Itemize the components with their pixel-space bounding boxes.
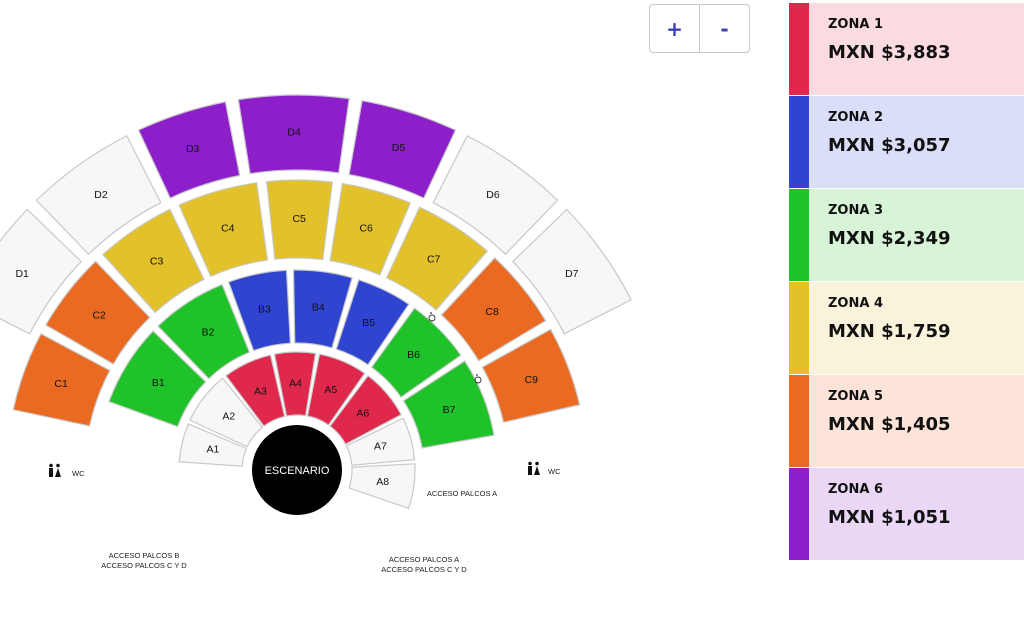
zone-color-swatch: [789, 189, 809, 281]
zoom-in-button[interactable]: +: [650, 5, 699, 52]
zone-item[interactable]: ZONA 3 MXN $2,349: [789, 189, 1024, 281]
access-note: ACCESO PALCOS A: [389, 555, 459, 564]
zone-info: ZONA 5 MXN $1,405: [809, 375, 1024, 467]
zone-info: ZONA 6 MXN $1,051: [809, 468, 1024, 560]
zone-color-swatch: [789, 375, 809, 467]
section-d3[interactable]: [137, 101, 241, 199]
restroom-icon: [528, 461, 540, 475]
stage-label: ESCENARIO: [265, 465, 330, 477]
zone-name: ZONA 1: [828, 17, 883, 32]
restroom-icon: [49, 463, 61, 477]
zone-name: ZONA 2: [828, 110, 883, 125]
access-note: ACCESO PALCOS A: [427, 489, 497, 498]
section-d4[interactable]: [237, 94, 350, 175]
wc-label-left: WC: [72, 469, 85, 478]
zone-item[interactable]: ZONA 6 MXN $1,051: [789, 468, 1024, 560]
zone-color-swatch: [789, 96, 809, 188]
zone-info: ZONA 4 MXN $1,759: [809, 282, 1024, 374]
wheelchair-icon: [474, 374, 482, 384]
zone-item[interactable]: ZONA 5 MXN $1,405: [789, 375, 1024, 467]
zone-item[interactable]: ZONA 4 MXN $1,759: [789, 282, 1024, 374]
access-note: ACCESO PALCOS C Y D: [381, 565, 467, 574]
zone-item[interactable]: ZONA 1 MXN $3,883: [789, 3, 1024, 95]
zone-info: ZONA 3 MXN $2,349: [809, 189, 1024, 281]
zone-price: MXN $2,349: [828, 228, 951, 249]
zone-color-swatch: [789, 282, 809, 374]
access-note: ACCESO PALCOS C Y D: [101, 561, 187, 570]
wheelchair-icon: [428, 312, 436, 322]
zone-price: MXN $1,051: [828, 507, 951, 528]
zone-name: ZONA 4: [828, 296, 883, 311]
wc-label-right: WC: [548, 467, 561, 476]
section-a8[interactable]: [348, 463, 416, 510]
zone-price: MXN $1,405: [828, 414, 951, 435]
zone-price: MXN $3,057: [828, 135, 951, 156]
zone-color-swatch: [789, 468, 809, 560]
zoom-control: + -: [649, 4, 750, 53]
zone-item[interactable]: ZONA 2 MXN $3,057: [789, 96, 1024, 188]
zone-price-list: ZONA 1 MXN $3,883 ZONA 2 MXN $3,057 ZONA 3 MX…: [789, 3, 1024, 561]
zone-name: ZONA 3: [828, 203, 883, 218]
access-note: ACCESO PALCOS B: [109, 551, 180, 560]
section-c5[interactable]: [266, 179, 334, 261]
zone-price: MXN $3,883: [828, 42, 951, 63]
zoom-out-button[interactable]: -: [699, 5, 749, 52]
venue-seat-map: A1A2A3A4A5A6A7A8B1B2B3 B4B5B6B7C1C2C3C4C5…: [0, 94, 632, 574]
zone-name: ZONA 5: [828, 389, 883, 404]
section-d5[interactable]: [348, 100, 457, 199]
zone-color-swatch: [789, 3, 809, 95]
zone-info: ZONA 2 MXN $3,057: [809, 96, 1024, 188]
zone-price: MXN $1,759: [828, 321, 951, 342]
zone-name: ZONA 6: [828, 482, 883, 497]
zone-info: ZONA 1 MXN $3,883: [809, 3, 1024, 95]
